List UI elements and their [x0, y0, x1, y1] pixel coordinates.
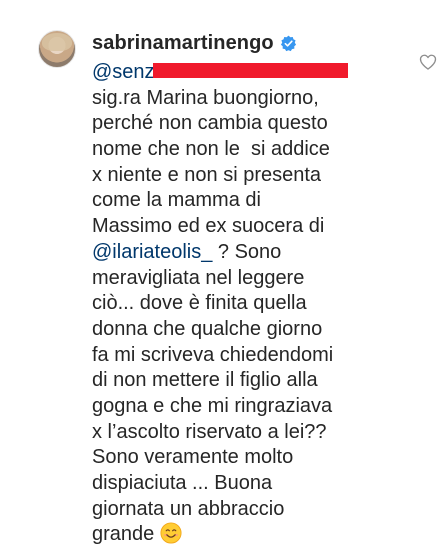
avatar[interactable] [38, 30, 76, 68]
comment-line: dispiaciuta ... Buona [92, 472, 273, 494]
comment-line: meravigliata nel leggere [92, 266, 305, 289]
smiling-face-emoji [160, 522, 182, 544]
comment-line: Massimo ed ex suocera di [92, 215, 325, 238]
comment-line: come la mamma di [92, 189, 261, 212]
comment-line: x niente e non si presenta [92, 163, 322, 186]
comment-text-fragment: ? Sono [212, 240, 282, 263]
comment-text-fragment: grande [92, 523, 155, 546]
comment-text: @senz sig.ra Marina buongiorno, perché n… [92, 60, 392, 548]
verified-badge-icon [280, 35, 296, 51]
comment-line: @ilariateolis_ ? Sono [92, 240, 392, 266]
comment-line: fa mi scriveva chiedendomi [92, 343, 334, 366]
mention-line: @senz [92, 60, 392, 86]
comment-line: donna che qualche giorno [92, 317, 323, 340]
username-row: sabrinamartinengo [92, 30, 297, 56]
comment-line: nome che non le si addice [92, 138, 330, 161]
redaction-bar [152, 63, 348, 79]
comment-line: x l’ascolto riservato a lei?? [92, 420, 327, 443]
comment-line: ciò... dove è finita quella [92, 292, 307, 315]
heart-outline-icon[interactable] [418, 52, 438, 72]
username[interactable]: sabrinamartinengo [92, 32, 274, 55]
comment-line: giornata un abbraccio [92, 497, 285, 520]
comment-line: gogna e che mi ringraziava [92, 394, 333, 417]
comment-line-last: grande [92, 522, 392, 548]
comment-line: perché non cambia questo [92, 112, 328, 135]
mention-redacted[interactable]: @senz [92, 61, 155, 83]
comment: sabrinamartinengo @senz sig.ra Marina bu… [0, 0, 448, 560]
comment-line: Sono veramente molto [92, 446, 294, 469]
mention-ilariateolis[interactable]: @ilariateolis_ [92, 241, 212, 263]
comment-line: di non mettere il figlio alla [92, 369, 318, 392]
comment-line: sig.ra Marina buongiorno, [92, 86, 319, 109]
